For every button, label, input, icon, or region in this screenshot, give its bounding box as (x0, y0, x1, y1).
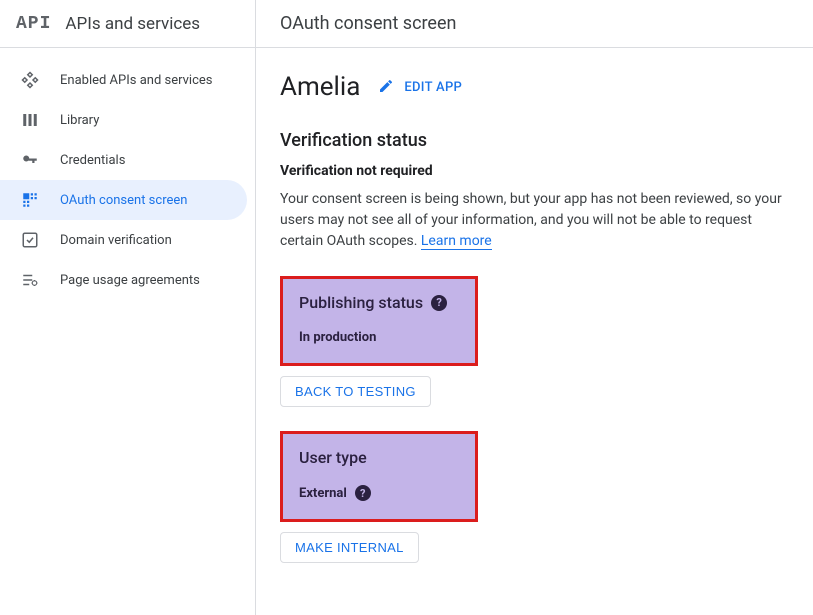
make-internal-button[interactable]: MAKE INTERNAL (280, 532, 419, 563)
sidebar-item-enabled-apis[interactable]: Enabled APIs and services (0, 60, 247, 100)
sidebar-item-label: Enabled APIs and services (60, 73, 213, 88)
verification-subheading: Verification not required (280, 163, 789, 179)
edit-app-link[interactable]: EDIT APP (378, 78, 462, 96)
edit-app-label: EDIT APP (404, 80, 462, 95)
sidebar-item-domain-verification[interactable]: Domain verification (0, 220, 247, 260)
verification-heading: Verification status (280, 130, 789, 151)
main-panel: OAuth consent screen Amelia EDIT APP Ver… (256, 0, 813, 615)
help-icon[interactable]: ? (355, 485, 371, 501)
sidebar-item-credentials[interactable]: Credentials (0, 140, 247, 180)
consent-icon (18, 188, 42, 212)
user-type-section: User type External ? MAKE INTERNAL (280, 431, 789, 563)
settings-list-icon (18, 268, 42, 292)
sidebar-title: APIs and services (65, 14, 200, 34)
publishing-section: Publishing status ? In production BACK T… (280, 276, 789, 407)
diamond-icon (18, 68, 42, 92)
key-icon (18, 148, 42, 172)
sidebar-item-label: Page usage agreements (60, 273, 200, 288)
pencil-icon (378, 78, 396, 96)
sidebar-item-oauth-consent[interactable]: OAuth consent screen (0, 180, 247, 220)
user-type-highlight: User type External ? (280, 431, 478, 522)
sidebar-item-label: OAuth consent screen (60, 193, 187, 208)
page-title: OAuth consent screen (256, 0, 813, 48)
user-type-heading: User type (299, 448, 459, 467)
user-type-value: External ? (299, 485, 459, 501)
sidebar-item-page-usage[interactable]: Page usage agreements (0, 260, 247, 300)
publishing-value: In production (299, 330, 459, 345)
publishing-highlight: Publishing status ? In production (280, 276, 478, 366)
sidebar-item-label: Domain verification (60, 233, 172, 248)
checkbox-icon (18, 228, 42, 252)
sidebar-nav: Enabled APIs and services Library Creden… (0, 48, 255, 300)
help-icon[interactable]: ? (431, 295, 447, 311)
sidebar-item-label: Library (60, 113, 99, 128)
sidebar: API APIs and services Enabled APIs and s… (0, 0, 256, 615)
back-to-testing-button[interactable]: BACK TO TESTING (280, 376, 431, 407)
sidebar-header: API APIs and services (0, 0, 255, 48)
app-name: Amelia (280, 72, 360, 102)
publishing-heading: Publishing status ? (299, 293, 459, 312)
api-logo: API (16, 14, 51, 34)
verification-section: Verification status Verification not req… (280, 130, 789, 252)
library-icon (18, 108, 42, 132)
sidebar-item-library[interactable]: Library (0, 100, 247, 140)
sidebar-item-label: Credentials (60, 153, 125, 168)
verification-body: Your consent screen is being shown, but … (280, 189, 789, 252)
learn-more-link[interactable]: Learn more (421, 233, 492, 250)
